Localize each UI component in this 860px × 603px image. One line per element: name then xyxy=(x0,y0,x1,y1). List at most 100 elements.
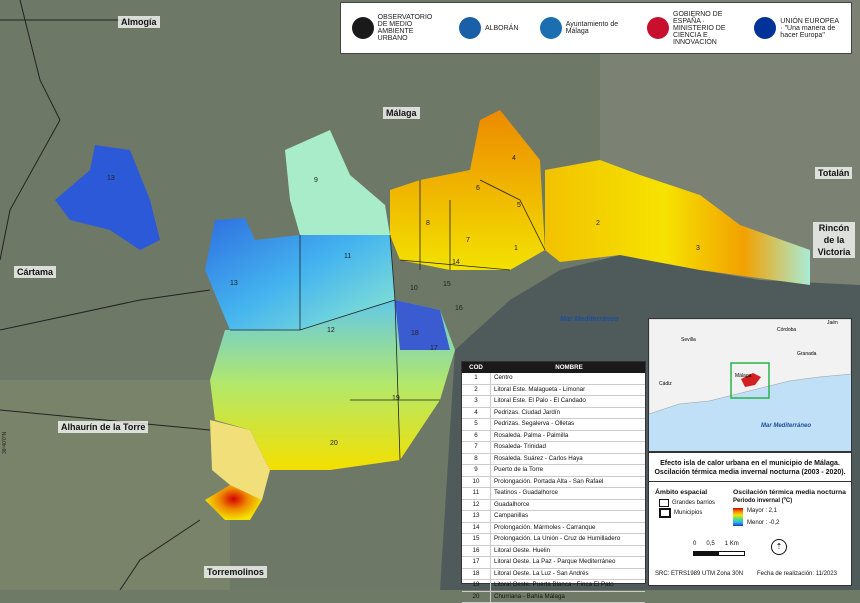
legend-name: Puerto de la Torre xyxy=(491,465,645,476)
north-arrow-icon: ⇡ xyxy=(771,539,787,555)
legend-cod: 5 xyxy=(462,419,491,430)
legend-cod: 3 xyxy=(462,396,491,407)
legend-name: Rosaleda- Trinidad xyxy=(491,442,645,453)
legend-name: Pedrizas. Segalerva - Olletas xyxy=(491,419,645,430)
scale-tick: 0,5 xyxy=(706,541,714,547)
municipios-icon xyxy=(659,508,671,518)
logo-mark-icon xyxy=(754,17,776,39)
svg-text:12: 12 xyxy=(327,327,335,334)
logo-mark-icon xyxy=(459,17,481,39)
legend-cod: 15 xyxy=(462,534,491,545)
scale-bar-graphic xyxy=(693,551,745,556)
svg-text:17: 17 xyxy=(430,345,438,352)
svg-text:14: 14 xyxy=(452,259,460,266)
inset-city: Cádiz xyxy=(659,381,672,387)
legend-row: 17Litoral Oeste. La Paz - Parque Mediter… xyxy=(462,557,645,569)
municipios-label: Municipios xyxy=(674,510,702,516)
scale-tick: 0 xyxy=(693,541,696,547)
legend-cod: 20 xyxy=(462,592,491,603)
logo-bar: OBSERVATORIO DE MEDIO AMBIENTE URBANOALB… xyxy=(340,2,852,54)
legend-cod: 13 xyxy=(462,511,491,522)
legend-row: 12Guadalhorce xyxy=(462,500,645,512)
legend-row: 9Puerto de la Torre xyxy=(462,465,645,477)
place-alhaurin: Alhaurín de la Torre xyxy=(58,421,148,433)
legend-cod: 10 xyxy=(462,477,491,488)
col-name: NOMBRE xyxy=(490,362,645,373)
svg-text:20: 20 xyxy=(330,440,338,447)
district-legend: CODNOMBRE 1Centro2Litoral Este. Malaguet… xyxy=(461,361,646,584)
svg-text:2: 2 xyxy=(596,220,600,227)
svg-text:4: 4 xyxy=(512,155,516,162)
logo-3: GOBIERNO DE ESPAÑA · MINISTERIO DE CIENC… xyxy=(647,11,733,46)
legend-name: Litoral Oeste. La Luz - San Andrés xyxy=(491,569,645,580)
svg-text:10: 10 xyxy=(410,285,418,292)
legend-cod: 2 xyxy=(462,385,491,396)
legend-name: Prolongación. Portada Alta - San Rafael xyxy=(491,477,645,488)
logo-text: Ayuntamiento de Málaga xyxy=(566,21,626,35)
inset-city: Granada xyxy=(797,351,817,357)
legend-row: 13Campanillas xyxy=(462,511,645,523)
place-rincon: Rincón de la Victoria xyxy=(813,222,855,258)
logo-mark-icon xyxy=(352,17,374,39)
legend-row: 18Litoral Oeste. La Luz - San Andrés xyxy=(462,569,645,581)
place-malaga: Málaga xyxy=(383,107,420,119)
inset-city: Málaga xyxy=(735,373,752,379)
legend-cod: 1 xyxy=(462,373,491,384)
scale-tick: 1 Km xyxy=(725,541,739,547)
periodo-label: Periodo invernal (ºC) xyxy=(733,498,792,504)
legend-name: Rosaleda. Suárez - Carlos Haya xyxy=(491,454,645,465)
legend-name: Prolongación. La Unión - Cruz de Humilla… xyxy=(491,534,645,545)
mayor-label: Mayor : 2,1 xyxy=(747,508,777,514)
place-almogia: Almogía xyxy=(118,16,160,28)
logo-4: UNIÓN EUROPEA · "Una manera de hacer Eur… xyxy=(754,17,840,39)
svg-text:9: 9 xyxy=(314,177,318,184)
logo-2: Ayuntamiento de Málaga xyxy=(540,17,626,39)
legend-cod: 17 xyxy=(462,557,491,568)
svg-text:19: 19 xyxy=(392,395,400,402)
legend-row: 1Centro xyxy=(462,373,645,385)
grandes-label: Grandes barrios xyxy=(672,500,715,506)
legend-row: 14Prolongación. Mármoles - Carranque xyxy=(462,523,645,535)
legend-cod: 14 xyxy=(462,523,491,534)
legend-row: 4Pedrizas. Ciudad Jardín xyxy=(462,408,645,420)
gradient-ramp xyxy=(733,508,743,526)
legend-cod: 6 xyxy=(462,431,491,442)
inset-city: Córdoba xyxy=(777,327,796,333)
place-totalan: Totalán xyxy=(815,167,852,179)
legend-cod: 7 xyxy=(462,442,491,453)
col-cod: COD xyxy=(462,362,490,373)
legend-name: Guadalhorce xyxy=(491,500,645,511)
map-title: Efecto isla de calor urbana en el munici… xyxy=(649,453,851,482)
svg-text:7: 7 xyxy=(466,237,470,244)
legend-row: 3Litoral Este. El Palo - El Candado xyxy=(462,396,645,408)
logo-mark-icon xyxy=(540,17,562,39)
svg-text:5: 5 xyxy=(517,202,521,209)
legend-row: 2Litoral Este. Malagueta - Limonar xyxy=(462,385,645,397)
inset-sea-label: Mar Mediterráneo xyxy=(761,423,811,429)
locator-inset: Córdoba Jaén Sevilla Granada Cádiz Málag… xyxy=(648,318,852,452)
legend-cod: 12 xyxy=(462,500,491,511)
legend-name: Rosaleda. Palma - Palmilla xyxy=(491,431,645,442)
ambito-title: Ámbito espacial xyxy=(655,489,707,496)
legend-cod: 9 xyxy=(462,465,491,476)
legend-cod: 11 xyxy=(462,488,491,499)
svg-text:3: 3 xyxy=(696,245,700,252)
logo-0: OBSERVATORIO DE MEDIO AMBIENTE URBANO xyxy=(352,14,438,42)
legend-name: Prolongación. Mármoles - Carranque xyxy=(491,523,645,534)
svg-text:1: 1 xyxy=(514,245,518,252)
legend-row: 7Rosaleda- Trinidad xyxy=(462,442,645,454)
place-torremolinos: Torremolinos xyxy=(204,566,267,578)
scale-bar: 0 0,5 1 Km xyxy=(693,541,739,547)
legend-row: 11Teatinos - Guadalhorce xyxy=(462,488,645,500)
grandes-barrios-icon xyxy=(659,499,669,507)
legend-name: Centro xyxy=(491,373,645,384)
svg-text:8: 8 xyxy=(426,220,430,227)
legend-row: 20Churriana - Bahía Málaga xyxy=(462,592,645,603)
legend-name: Churriana - Bahía Málaga xyxy=(491,592,645,603)
grid-tick: 36º40'0"N xyxy=(2,432,8,454)
logo-text: GOBIERNO DE ESPAÑA · MINISTERIO DE CIENC… xyxy=(673,11,733,46)
fecha-label: Fecha de realización: 11/2023 xyxy=(757,571,837,577)
info-panel: Efecto isla de calor urbana en el munici… xyxy=(648,452,852,586)
legend-name: Litoral Este. El Palo - El Candado xyxy=(491,396,645,407)
legend-cod: 18 xyxy=(462,569,491,580)
